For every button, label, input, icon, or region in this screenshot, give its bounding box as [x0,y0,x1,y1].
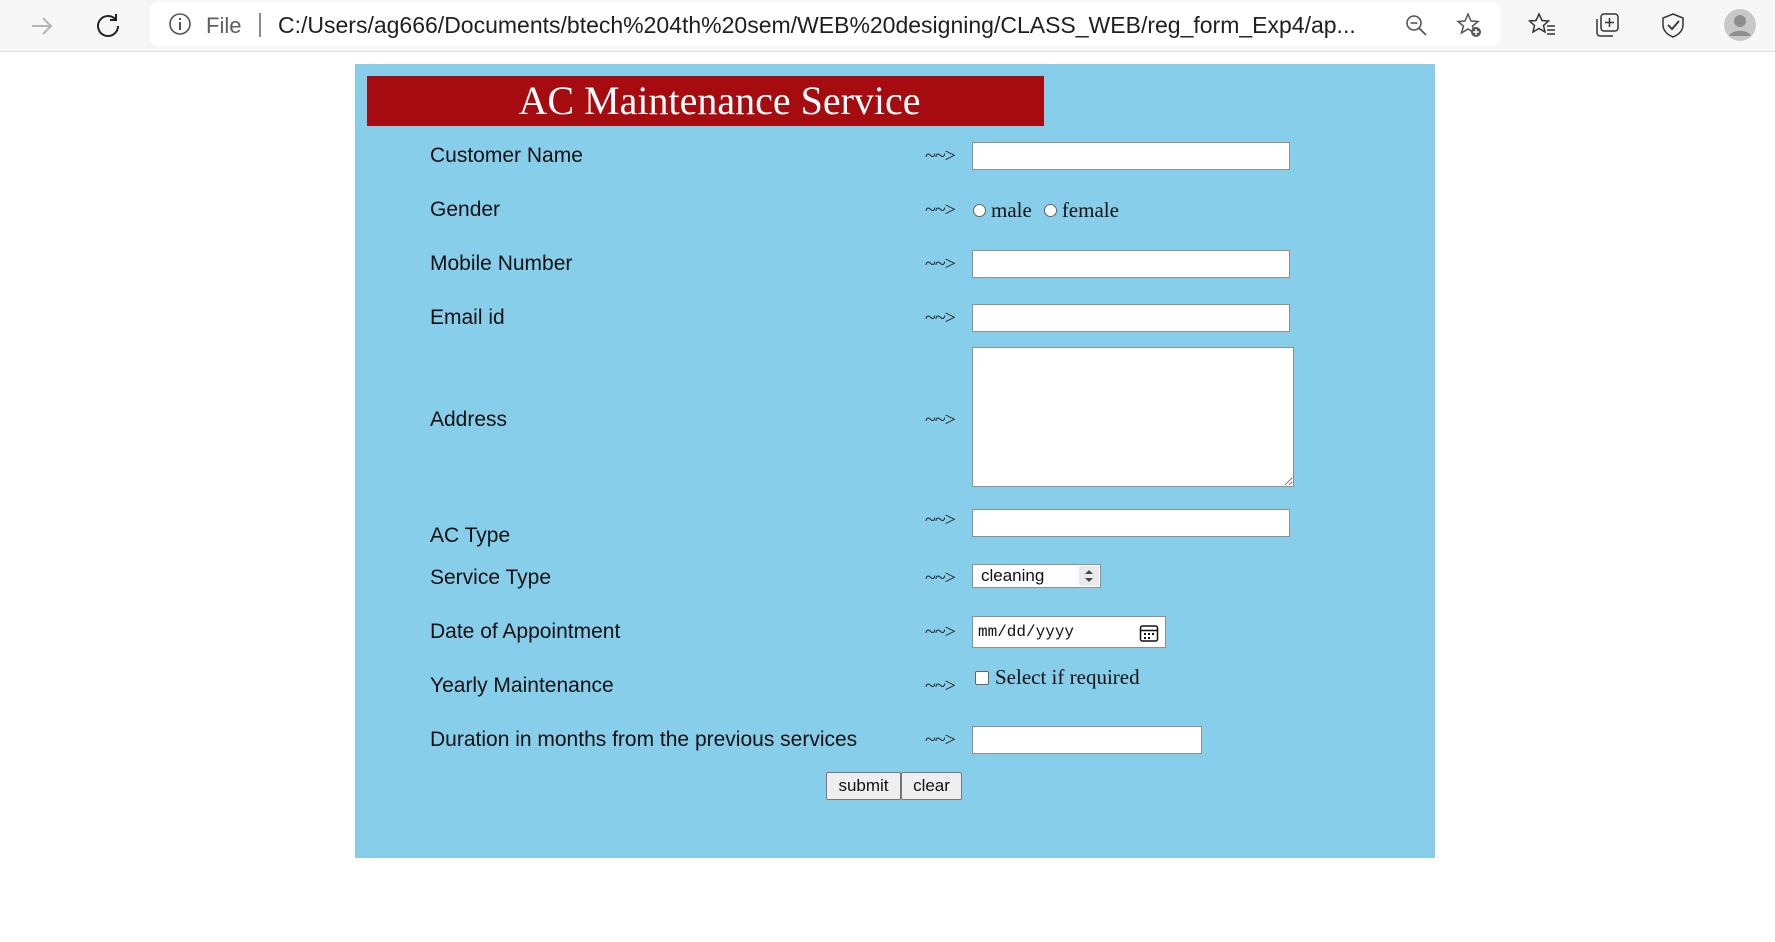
form-panel: AC Maintenance Service Customer Name ~~>… [355,64,1435,858]
gender-radio-group: male female [973,198,1131,223]
address-textarea[interactable] [972,347,1294,487]
arrow-separator: ~~> [925,729,956,751]
address-separator [259,13,261,37]
arrow-separator: ~~> [925,567,956,589]
service-type-spinner[interactable]: cleaning [972,564,1101,588]
mobile-number-label: Mobile Number [430,252,573,275]
submit-button[interactable]: submit [826,772,901,800]
browser-toolbar: File C:/Users/ag666/Documents/btech%204t… [0,0,1775,52]
arrow-separator: ~~> [925,409,956,431]
arrow-separator: ~~> [925,307,956,329]
ac-type-label: AC Type [430,524,511,547]
arrow-separator: ~~> [925,675,956,697]
arrow-separator: ~~> [925,253,956,275]
duration-input[interactable] [972,726,1202,754]
zoom-out-icon[interactable] [1403,12,1429,38]
calendar-icon[interactable] [1139,623,1159,643]
female-radio[interactable] [1043,204,1057,217]
arrow-separator: ~~> [925,509,956,531]
browser-essentials-icon[interactable] [1656,8,1690,42]
yearly-checkbox-label: Select if required [995,665,1140,689]
yearly-maintenance-checkbox[interactable] [975,670,989,685]
spinner-arrows-icon[interactable] [1079,566,1099,586]
appointment-date-input[interactable]: mm/dd/yyyy [972,616,1166,648]
info-icon[interactable] [168,12,192,36]
profile-avatar-icon[interactable] [1723,8,1757,42]
favorites-icon[interactable] [1525,8,1559,42]
reload-icon [97,14,119,37]
date-placeholder: mm/dd/yyyy [978,623,1075,641]
male-radio[interactable] [973,204,986,217]
add-favorite-icon[interactable] [1456,12,1482,38]
email-input[interactable] [972,304,1290,332]
female-radio-label: female [1061,198,1119,222]
address-scheme: File [206,13,242,38]
form-title-banner: AC Maintenance Service [367,76,1044,126]
address-url[interactable]: C:/Users/ag666/Documents/btech%204th%20s… [278,12,1368,39]
yearly-checkbox-group: Select if required [975,665,1140,690]
clear-button[interactable]: clear [901,772,962,800]
date-label: Date of Appointment [430,620,621,643]
collections-icon[interactable] [1590,8,1624,42]
duration-label: Duration in months from the previous ser… [430,728,858,751]
gender-label: Gender [430,198,501,221]
forward-arrow-icon [32,17,53,35]
customer-name-label: Customer Name [430,144,583,167]
email-label: Email id [430,306,505,329]
male-radio-label: male [991,198,1032,222]
service-type-label: Service Type [430,566,552,589]
address-label: Address [430,408,508,431]
address-bar[interactable]: File C:/Users/ag666/Documents/btech%204t… [150,2,1500,46]
forward-button[interactable] [22,6,62,46]
yearly-maintenance-label: Yearly Maintenance [430,674,614,697]
arrow-separator: ~~> [925,199,956,221]
mobile-number-input[interactable] [972,250,1290,278]
service-type-value: cleaning [981,566,1045,585]
ac-type-input[interactable] [972,509,1290,537]
customer-name-input[interactable] [972,142,1290,170]
arrow-separator: ~~> [925,145,956,167]
arrow-separator: ~~> [925,621,956,643]
reload-button[interactable] [88,6,128,46]
